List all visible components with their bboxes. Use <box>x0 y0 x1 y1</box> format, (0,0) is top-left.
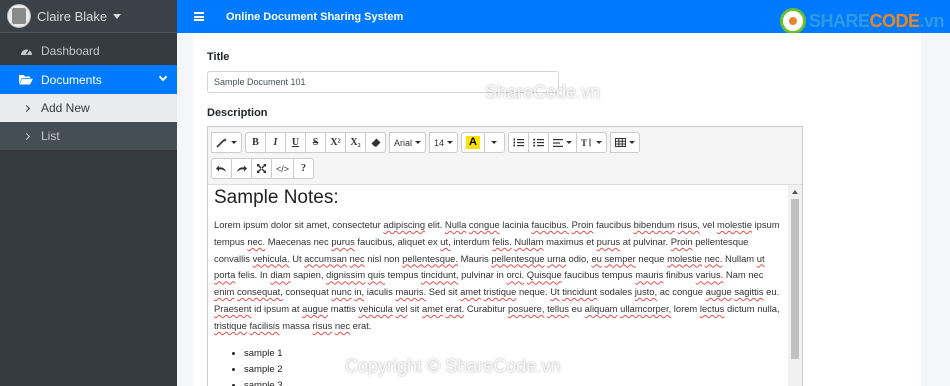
sidebar: Claire Blake Dashboard Documents Add New… <box>0 0 177 386</box>
color-dropdown-button[interactable] <box>483 132 505 153</box>
fullscreen-button[interactable] <box>251 158 272 179</box>
sidebar-subitem-list[interactable]: List <box>0 122 177 150</box>
note-paragraph: Lorem ipsum dolor sit amet, consectetur … <box>214 219 780 331</box>
note-list: sample 1 sample 2 sample 3 <box>214 346 784 386</box>
user-name: Claire Blake <box>37 8 108 24</box>
underline-button[interactable]: U <box>285 132 306 153</box>
font-size-dropdown[interactable]: 14 <box>429 132 459 153</box>
folder-open-icon <box>19 73 33 87</box>
chevron-down-icon <box>158 72 168 82</box>
title-label: Title <box>207 51 230 63</box>
sidebar-subitem-label: List <box>41 129 60 143</box>
document-form-card: Title Description B I U S X² X₂ <box>193 33 921 386</box>
avatar <box>7 4 31 28</box>
code-view-button[interactable]: </> <box>271 158 295 179</box>
scroll-up-icon[interactable] <box>792 190 798 194</box>
sidebar-subitem-add-new[interactable]: Add New <box>0 94 177 122</box>
bold-button[interactable]: B <box>245 132 266 153</box>
help-button[interactable]: ? <box>293 158 315 179</box>
note-heading: Sample Notes: <box>214 187 339 208</box>
sidebar-nav: Dashboard Documents Add New List <box>0 36 177 150</box>
sharecode-logo: SHARECODE.vn <box>779 8 944 34</box>
ordered-list-button[interactable] <box>507 132 529 153</box>
sidebar-item-label: Dashboard <box>41 43 100 58</box>
eraser-clear-format-button[interactable] <box>365 132 386 153</box>
sidebar-item-label: Documents <box>41 72 102 87</box>
superscript-button[interactable]: X² <box>325 132 346 153</box>
sidebar-item-documents[interactable]: Documents <box>0 65 177 94</box>
description-label: Description <box>207 107 268 119</box>
svg-text:T: T <box>581 138 587 147</box>
strikethrough-button[interactable]: S <box>305 132 326 153</box>
title-input[interactable] <box>207 71 559 93</box>
highlight-color-button[interactable]: A <box>461 132 485 153</box>
line-height-dropdown[interactable]: T <box>575 132 607 153</box>
editor-scrollbar[interactable] <box>788 185 802 386</box>
app-title: Online Document Sharing System <box>226 10 404 23</box>
list-item: sample 3 <box>244 378 784 386</box>
undo-button[interactable] <box>211 158 232 179</box>
sidebar-item-dashboard[interactable]: Dashboard <box>0 36 177 65</box>
unordered-list-button[interactable] <box>527 132 549 153</box>
dashboard-icon <box>19 44 33 58</box>
caret-down-icon[interactable] <box>113 13 122 19</box>
redo-button[interactable] <box>231 158 252 179</box>
sidebar-subitem-label: Add New <box>41 101 90 115</box>
user-panel[interactable]: Claire Blake <box>0 0 177 33</box>
rich-text-editor: B I U S X² X₂ Arial 14 A T </> ? Sample … <box>207 126 803 386</box>
magic-wand-style-button[interactable] <box>211 132 242 153</box>
font-name-dropdown[interactable]: Arial <box>389 132 427 153</box>
paragraph-align-dropdown[interactable] <box>547 132 577 153</box>
editor-toolbar: B I U S X² X₂ Arial 14 A T </> ? <box>208 127 802 185</box>
list-item: sample 2 <box>244 362 784 378</box>
editor-content[interactable]: Sample Notes: Lorem ipsum dolor sit amet… <box>208 185 790 386</box>
chevron-right-icon <box>22 104 31 112</box>
scrollbar-thumb[interactable] <box>791 199 799 359</box>
list-item: sample 1 <box>244 346 784 362</box>
chevron-right-icon <box>22 132 31 140</box>
subscript-button[interactable]: X₂ <box>345 132 366 153</box>
topbar: Online Document Sharing System SHARECODE… <box>177 0 950 34</box>
logo-icon <box>779 8 806 34</box>
hamburger-menu-icon[interactable] <box>194 12 204 21</box>
table-insert-dropdown[interactable] <box>609 132 640 153</box>
italic-button[interactable]: I <box>265 132 286 153</box>
